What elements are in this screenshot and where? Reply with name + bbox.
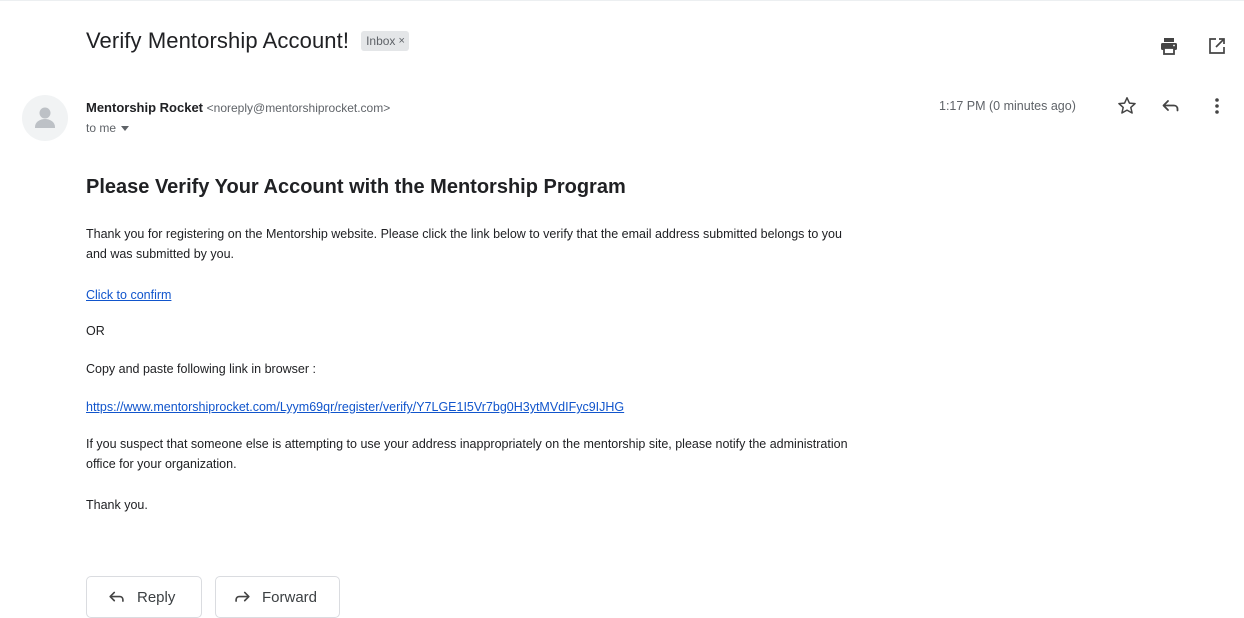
email-subject: Verify Mentorship Account! [86, 28, 350, 53]
label-text: Inbox [366, 34, 396, 48]
confirm-link-paragraph: Click to confirm [86, 285, 171, 305]
reply-button-label: Reply [137, 588, 176, 606]
verify-url-link[interactable]: https://www.mentorshiprocket.com/Lyym69q… [86, 400, 624, 414]
reply-icon[interactable] [1160, 95, 1182, 117]
email-timestamp: 1:17 PM (0 minutes ago) [939, 99, 1076, 113]
print-icon[interactable] [1159, 36, 1179, 56]
verify-url-paragraph: https://www.mentorshiprocket.com/Lyym69q… [86, 397, 624, 417]
sender-email: <noreply@mentorshiprocket.com> [206, 101, 391, 115]
recipient-text: to me [86, 121, 117, 135]
copy-instruction: Copy and paste following link in browser… [86, 362, 316, 376]
sender-avatar[interactable] [22, 95, 68, 141]
subject-row: Verify Mentorship Account! Inbox × [86, 28, 409, 54]
reply-button[interactable]: Reply [86, 576, 202, 618]
warning-paragraph: If you suspect that someone else is atte… [86, 434, 848, 474]
or-text: OR [86, 324, 105, 338]
body-heading: Please Verify Your Account with the Ment… [86, 176, 626, 198]
forward-button[interactable]: Forward [215, 576, 340, 618]
more-options-icon[interactable] [1206, 95, 1228, 117]
star-icon[interactable] [1116, 95, 1138, 117]
warning-line-2: office for your organization. [86, 457, 237, 471]
recipient-line: to me [86, 121, 130, 135]
warning-line-1: If you suspect that someone else is atte… [86, 437, 848, 451]
open-in-new-window-icon[interactable] [1207, 36, 1227, 56]
forward-icon [235, 591, 250, 602]
sender-name[interactable]: Mentorship Rocket [86, 100, 203, 115]
intro-line-2: and was submitted by you. [86, 247, 234, 261]
forward-button-label: Forward [262, 588, 318, 606]
intro-paragraph: Thank you for registering on the Mentors… [86, 224, 842, 264]
remove-label-button[interactable]: × [398, 35, 404, 47]
show-details-chevron-down-icon[interactable] [121, 125, 130, 131]
intro-line-1: Thank you for registering on the Mentors… [86, 227, 842, 241]
inbox-label-chip[interactable]: Inbox × [361, 31, 409, 51]
thanks-text: Thank you. [86, 498, 148, 512]
click-to-confirm-link[interactable]: Click to confirm [86, 288, 171, 302]
reply-icon [109, 591, 124, 602]
top-divider [0, 0, 1244, 1]
sender-line: Mentorship Rocket <noreply@mentorshiproc… [86, 100, 390, 115]
avatar-icon [35, 107, 55, 128]
